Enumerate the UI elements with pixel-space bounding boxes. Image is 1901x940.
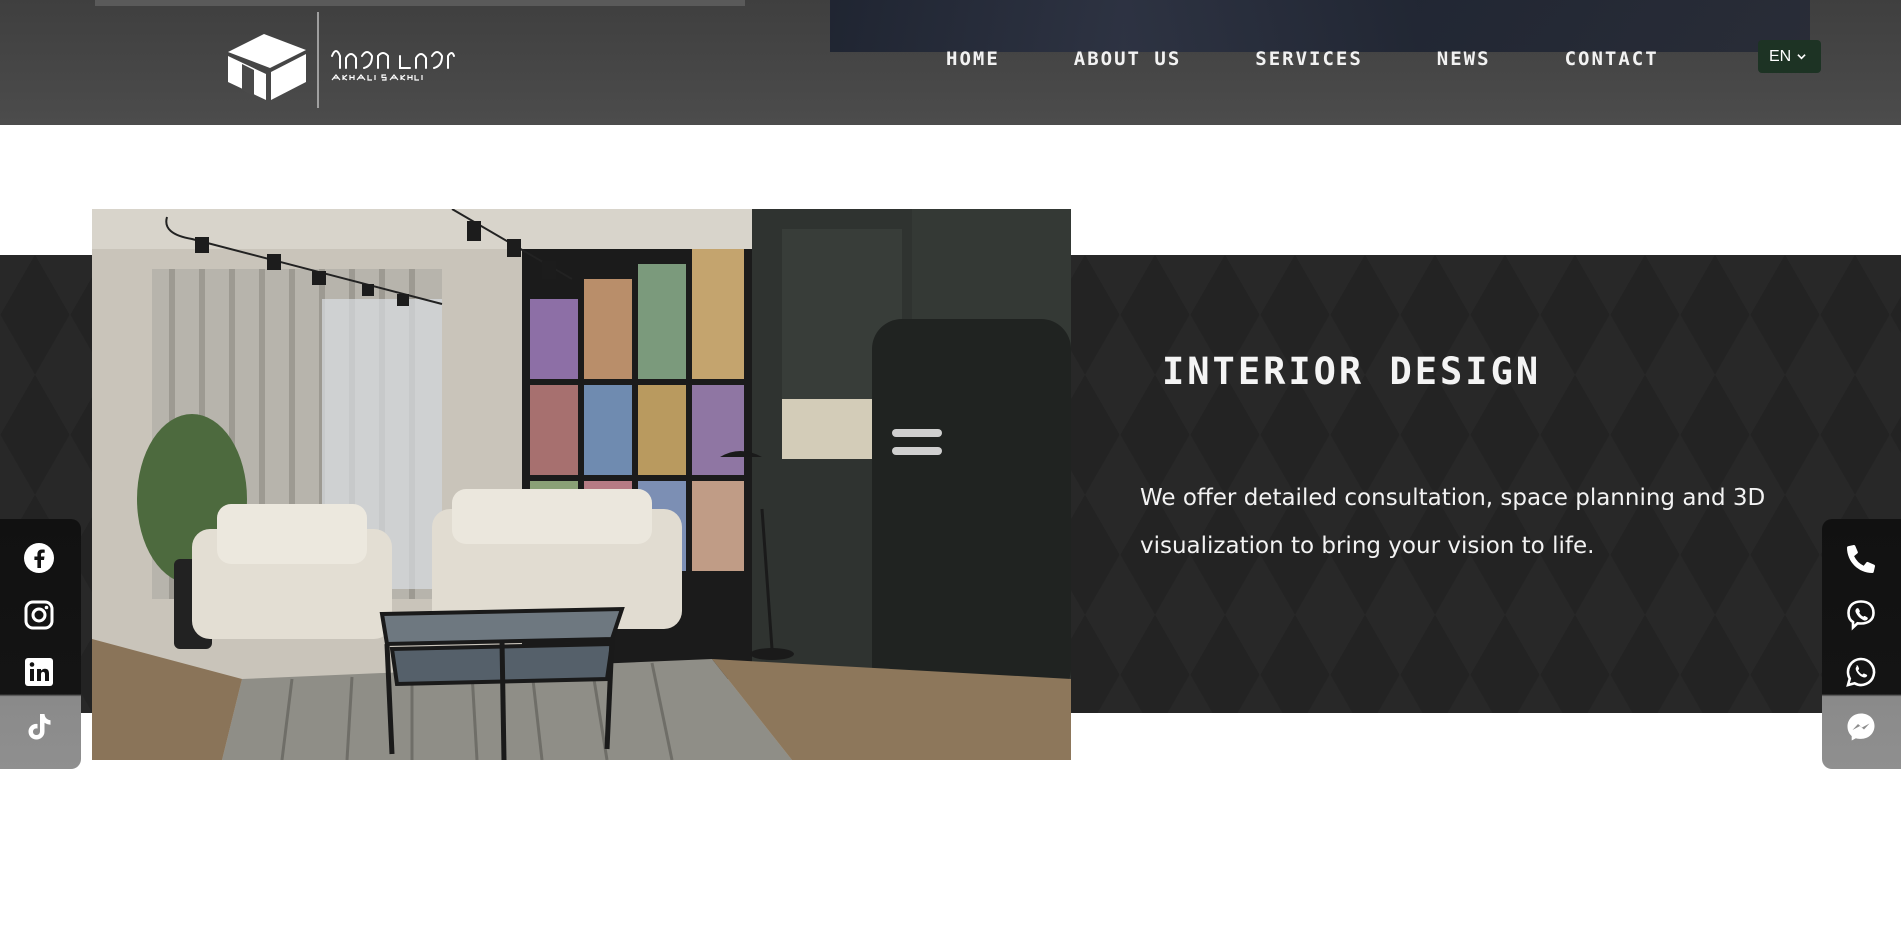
tiktok-icon[interactable] xyxy=(22,710,56,744)
header-background-photo xyxy=(830,0,1810,52)
nav-home[interactable]: HOME xyxy=(946,48,1000,70)
viber-icon[interactable] xyxy=(1844,598,1878,632)
header-background-edge xyxy=(95,0,745,6)
logo-mark xyxy=(228,12,455,108)
messenger-icon[interactable] xyxy=(1844,710,1878,744)
facebook-icon[interactable] xyxy=(22,541,56,575)
nav-about-us[interactable]: ABOUT US xyxy=(1074,48,1182,70)
linkedin-icon[interactable] xyxy=(22,655,56,689)
site-header: HOME ABOUT US SERVICES NEWS CONTACT EN xyxy=(0,0,1901,125)
contact-links-panel xyxy=(1822,519,1901,769)
nav-news[interactable]: NEWS xyxy=(1437,48,1491,70)
phone-icon[interactable] xyxy=(1844,541,1878,575)
main-nav: HOME ABOUT US SERVICES NEWS CONTACT xyxy=(946,48,1659,70)
chevron-down-icon xyxy=(1797,54,1806,60)
interior-design-image xyxy=(92,209,1071,760)
instagram-icon[interactable] xyxy=(22,598,56,632)
language-select[interactable]: EN xyxy=(1758,40,1821,73)
nav-services[interactable]: SERVICES xyxy=(1255,48,1363,70)
social-links-panel xyxy=(0,519,81,769)
feature-title: INTERIOR DESIGN xyxy=(1162,350,1542,393)
site-logo[interactable] xyxy=(226,12,456,108)
feature-description: We offer detailed consultation, space pl… xyxy=(1140,485,1766,559)
language-selected-value: EN xyxy=(1769,47,1792,65)
nav-contact[interactable]: CONTACT xyxy=(1565,48,1659,70)
whatsapp-icon[interactable] xyxy=(1844,655,1878,689)
